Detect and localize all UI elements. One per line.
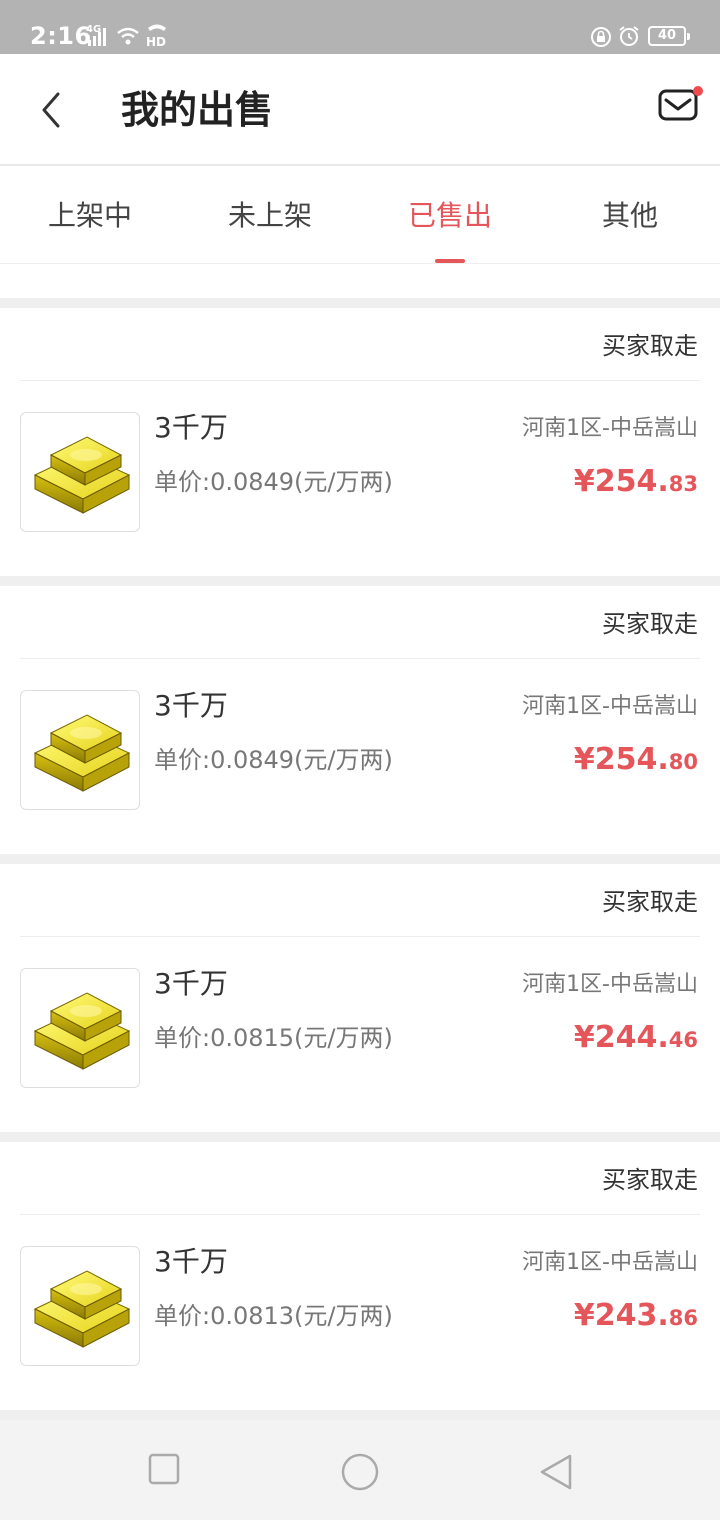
price-main: ¥244. [573, 1020, 669, 1055]
order-status: 买家取走 [602, 610, 698, 638]
recents-square-icon[interactable] [147, 1452, 181, 1486]
order-price: ¥254.80 [574, 740, 698, 782]
wifi-icon [117, 27, 139, 45]
order-card[interactable]: 买家取走 3千万 单价:0.0813(元/万两) 河南1区-中岳嵩山 ¥243.… [0, 1132, 720, 1400]
order-status: 买家取走 [602, 1166, 698, 1194]
server-name: 河南1区-中岳嵩山 [522, 416, 698, 441]
order-amount: 3千万 [154, 689, 228, 722]
price-cents: 80 [668, 750, 698, 774]
order-amount: 3千万 [154, 411, 228, 444]
gold-bars-thumbnail [20, 968, 140, 1088]
order-card[interactable]: 买家取走 3千万 单价:0.0849(元/万两) 河南1区-中岳嵩山 ¥254.… [0, 298, 720, 566]
tab-other[interactable]: 其他 [540, 168, 720, 264]
order-card[interactable]: 买家取走 3千万 单价:0.0815(元/万两) 河南1区-中岳嵩山 ¥244.… [0, 854, 720, 1122]
unread-dot [693, 86, 703, 96]
order-status: 买家取走 [602, 888, 698, 916]
battery-level: 40 [657, 28, 677, 43]
gold-bars-thumbnail [20, 1246, 140, 1366]
order-price: ¥254.83 [574, 462, 698, 504]
order-price: ¥244.46 [574, 1018, 698, 1060]
signal-icon [88, 28, 106, 46]
price-main: ¥243. [573, 1298, 669, 1333]
server-name: 河南1区-中岳嵩山 [522, 972, 698, 997]
list-separator [0, 1410, 720, 1420]
divider [20, 936, 700, 937]
order-amount: 3千万 [154, 1245, 228, 1278]
page-title: 我的出售 [121, 88, 274, 132]
header-bar: 我的出售 [0, 54, 720, 166]
lock-icon [591, 27, 611, 47]
back-triangle-icon[interactable] [538, 1452, 574, 1492]
order-price: ¥243.86 [574, 1296, 698, 1338]
price-main: ¥254. [573, 742, 669, 777]
tab-active-indicator [435, 259, 465, 263]
divider [20, 380, 700, 381]
order-amount: 3千万 [154, 967, 228, 1000]
gold-bars-thumbnail [20, 690, 140, 810]
status-time: 2:16 [30, 22, 92, 50]
gold-bars-thumbnail [20, 412, 140, 532]
order-card[interactable]: 买家取走 3千万 单价:0.0849(元/万两) 河南1区-中岳嵩山 ¥254.… [0, 576, 720, 844]
unit-price: 单价:0.0849(元/万两) [154, 746, 393, 774]
alarm-icon [619, 26, 639, 46]
tab-bar: 上架中 未上架 已售出 其他 [0, 168, 720, 264]
tab-sold[interactable]: 已售出 [360, 168, 540, 264]
tab-unlisted[interactable]: 未上架 [180, 168, 360, 264]
server-name: 河南1区-中岳嵩山 [522, 694, 698, 719]
price-cents: 46 [668, 1028, 698, 1052]
status-bar: 2:16 4G HD 40 [0, 0, 720, 54]
chevron-left-icon [42, 92, 60, 128]
unit-price: 单价:0.0815(元/万两) [154, 1024, 393, 1052]
battery-icon: 40 [648, 26, 690, 46]
svg-text:HD: HD [146, 35, 166, 48]
tab-listed[interactable]: 上架中 [0, 168, 180, 264]
back-button[interactable] [30, 82, 80, 138]
divider [20, 1214, 700, 1215]
unit-price: 单价:0.0849(元/万两) [154, 468, 393, 496]
home-circle-icon[interactable] [340, 1452, 380, 1492]
price-cents: 86 [668, 1306, 698, 1330]
system-nav-bar [0, 1420, 720, 1520]
divider [20, 658, 700, 659]
price-cents: 83 [668, 472, 698, 496]
server-name: 河南1区-中岳嵩山 [522, 1250, 698, 1275]
unit-price: 单价:0.0813(元/万两) [154, 1302, 393, 1330]
hd-call-icon: HD [146, 24, 166, 48]
order-status: 买家取走 [602, 332, 698, 360]
price-main: ¥254. [573, 464, 669, 499]
